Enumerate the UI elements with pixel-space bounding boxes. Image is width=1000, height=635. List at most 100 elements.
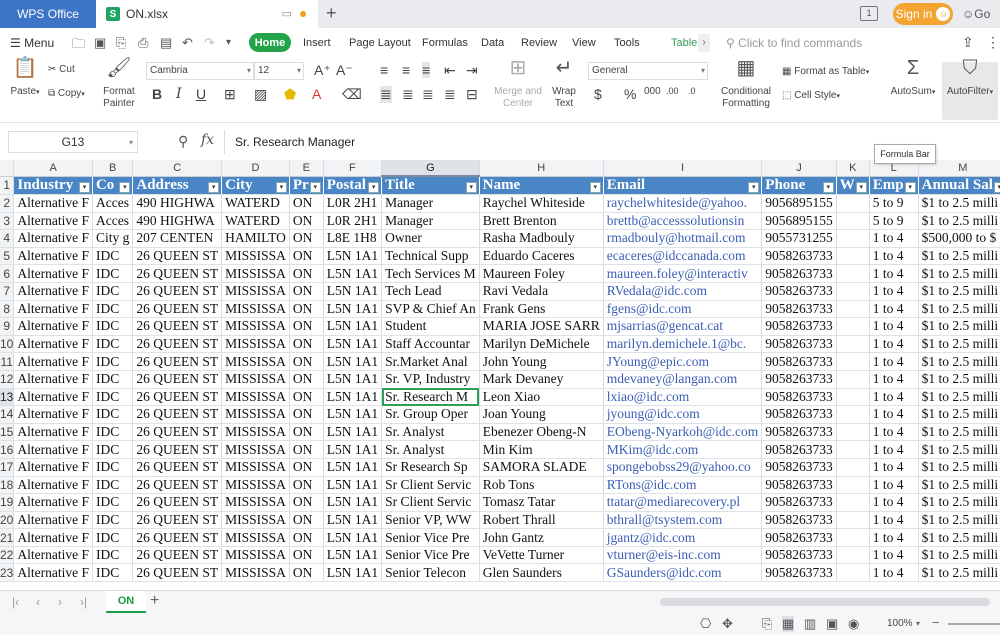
last-sheet-icon[interactable]: ›| (80, 595, 87, 609)
tab-data[interactable]: Data (481, 37, 504, 49)
table-cell[interactable]: 1 to 4 (869, 511, 919, 530)
filter-dropdown-icon[interactable]: ▾ (309, 181, 321, 193)
table-cell[interactable]: Alternative F (13, 300, 93, 319)
table-header-cell[interactable]: Address ▾ (132, 176, 223, 195)
table-cell[interactable]: Alternative F (13, 370, 93, 389)
monitor-icon[interactable]: ▭ (282, 7, 292, 20)
table-cell[interactable]: City g (92, 229, 134, 248)
table-cell[interactable]: 9058263733 (761, 458, 837, 477)
table-cell[interactable]: IDC (92, 476, 134, 495)
table-cell[interactable]: RVedala@idc.com (603, 282, 763, 301)
table-cell[interactable]: IDC (92, 264, 134, 283)
row-header[interactable]: 16 (0, 440, 15, 459)
indent-decrease-icon[interactable]: ⇤ (444, 62, 456, 79)
table-cell[interactable]: MISSISSA (221, 317, 290, 336)
table-cell[interactable]: L5N 1A1 (323, 300, 383, 319)
table-cell[interactable]: Owner (381, 229, 480, 248)
table-cell[interactable]: $1 to 2.5 milli (918, 247, 1000, 266)
italic-icon[interactable]: I (176, 86, 182, 102)
table-cell[interactable]: $1 to 2.5 milli (918, 282, 1000, 301)
table-cell[interactable]: Alternative F (13, 423, 93, 442)
table-cell[interactable] (836, 493, 870, 512)
table-header-cell[interactable]: Emp ▾ (869, 176, 919, 195)
table-cell[interactable]: Manager (381, 194, 480, 213)
table-cell[interactable]: Alternative F (13, 388, 93, 407)
table-cell[interactable]: 1 to 4 (869, 247, 919, 266)
sign-in-button[interactable]: Sign in ☺ (893, 3, 953, 25)
column-header-e[interactable]: E (289, 160, 324, 177)
table-cell[interactable] (836, 317, 870, 336)
table-cell[interactable]: Senior VP, WW (381, 511, 480, 530)
merge-center-button[interactable]: ⊞ Merge and Center (494, 58, 542, 110)
tab-table[interactable]: Table (671, 37, 697, 49)
table-cell[interactable]: Alternative F (13, 511, 93, 530)
table-cell[interactable]: 26 QUEEN ST (132, 440, 223, 459)
row-header[interactable]: 6 (0, 264, 15, 283)
table-cell[interactable]: Maureen Foley (479, 264, 604, 283)
table-cell[interactable]: 490 HIGHWA (132, 194, 223, 213)
table-cell[interactable]: ON (289, 229, 324, 248)
table-cell[interactable]: MISSISSA (221, 352, 290, 371)
table-cell[interactable]: 9056895155 (761, 194, 837, 213)
table-cell[interactable]: 9058263733 (761, 300, 837, 319)
table-cell[interactable]: Alternative F (13, 440, 93, 459)
zoom-slider[interactable] (948, 623, 1000, 625)
table-cell[interactable]: MISSISSA (221, 405, 290, 424)
table-cell[interactable] (836, 476, 870, 495)
table-cell[interactable]: $1 to 2.5 milli (918, 264, 1000, 283)
column-header-d[interactable]: D (221, 160, 290, 177)
next-sheet-icon[interactable]: › (58, 595, 62, 609)
protect-icon[interactable]: ⎔ (700, 616, 711, 632)
table-cell[interactable]: Min Kim (479, 440, 604, 459)
file-tab[interactable]: S ON.xlsx ▭ (96, 0, 318, 28)
table-cell[interactable]: $1 to 2.5 milli (918, 388, 1000, 407)
table-cell[interactable]: 9058263733 (761, 476, 837, 495)
table-cell[interactable]: 9055731255 (761, 229, 837, 248)
autosum-button[interactable]: Σ AutoSum▾ (888, 58, 938, 99)
table-cell[interactable]: MISSISSA (221, 493, 290, 512)
column-header-h[interactable]: H (479, 160, 604, 177)
table-cell[interactable]: L5N 1A1 (323, 563, 383, 583)
table-header-cell[interactable]: Annual Sal▾ (918, 176, 1000, 195)
table-cell[interactable]: 9058263733 (761, 317, 837, 336)
table-cell[interactable] (836, 212, 870, 231)
table-cell[interactable]: IDC (92, 511, 134, 530)
print-preview-icon[interactable]: ▤ (160, 35, 172, 51)
column-header-c[interactable]: C (132, 160, 223, 177)
row-header[interactable]: 11 (0, 352, 15, 371)
row-header[interactable]: 21 (0, 528, 15, 547)
table-cell[interactable]: ON (289, 388, 324, 407)
table-cell[interactable]: IDC (92, 405, 134, 424)
table-cell[interactable]: 1 to 4 (869, 546, 919, 565)
table-cell[interactable]: IDC (92, 493, 134, 512)
table-cell[interactable]: 1 to 4 (869, 528, 919, 547)
table-cell[interactable]: $1 to 2.5 milli (918, 511, 1000, 530)
table-cell[interactable]: ON (289, 458, 324, 477)
filter-dropdown-icon[interactable]: ▾ (993, 181, 1000, 193)
table-cell[interactable]: ON (289, 405, 324, 424)
table-cell[interactable]: MKim@idc.com (603, 440, 763, 459)
table-cell[interactable]: Robert Thrall (479, 511, 604, 530)
table-cell[interactable]: Alternative F (13, 563, 93, 583)
conditional-formatting-button[interactable]: ▦ Conditional Formatting (718, 58, 774, 110)
fill-color-icon[interactable]: ⬟ (284, 86, 296, 103)
table-cell[interactable]: $1 to 2.5 milli (918, 317, 1000, 336)
font-size-select[interactable]: 12 ▾ (254, 62, 304, 80)
table-cell[interactable]: L5N 1A1 (323, 335, 383, 354)
table-cell[interactable]: ON (289, 352, 324, 371)
table-cell[interactable]: 26 QUEEN ST (132, 352, 223, 371)
table-header-cell[interactable]: City ▾ (221, 176, 290, 195)
table-cell[interactable]: MISSISSA (221, 476, 290, 495)
more-tabs-chevron-icon[interactable]: › (698, 34, 710, 52)
table-cell[interactable]: lxiao@idc.com (603, 388, 763, 407)
table-cell[interactable]: MISSISSA (221, 335, 290, 354)
table-cell[interactable]: IDC (92, 352, 134, 371)
horizontal-scrollbar[interactable] (660, 598, 990, 606)
table-cell[interactable] (836, 300, 870, 319)
row-header[interactable]: 23 (0, 563, 15, 583)
table-cell[interactable]: $1 to 2.5 milli (918, 528, 1000, 547)
align-top-icon[interactable]: ≡ (380, 62, 388, 78)
table-cell[interactable]: MISSISSA (221, 247, 290, 266)
window-layout-icon[interactable]: 1 (860, 6, 878, 21)
table-cell[interactable]: MISSISSA (221, 388, 290, 407)
